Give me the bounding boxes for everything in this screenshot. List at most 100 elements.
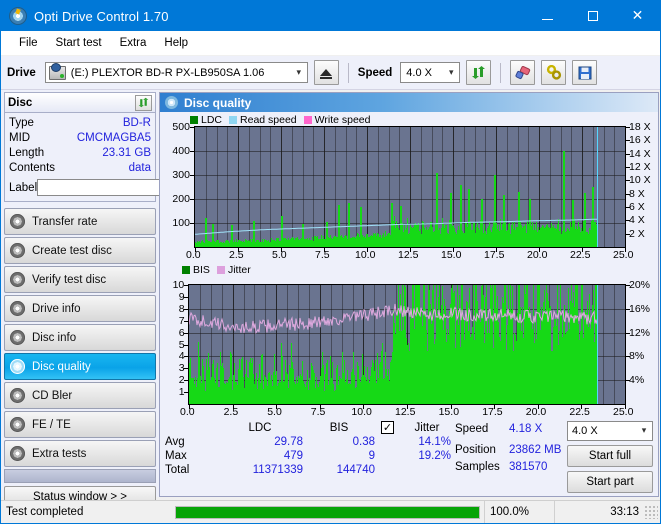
jitter-checkbox[interactable]: ✓ [381, 421, 394, 434]
menu-item-extra[interactable]: Extra [111, 35, 156, 51]
position-stat-value: 23862 MB [509, 444, 562, 456]
speed-select[interactable]: 4.0 X ▾ [400, 62, 461, 83]
legend-label: Jitter [227, 264, 251, 276]
sidebar-item-label: Extra tests [32, 447, 87, 460]
y2-axis-tick: 12 X [629, 161, 651, 173]
disc-refresh-button[interactable] [135, 94, 152, 111]
stats-max-bis: 9 [368, 450, 375, 462]
disc-icon [10, 388, 25, 403]
stats-avg-bis: 0.38 [352, 436, 375, 448]
sidebar-item-verify-test-disc[interactable]: Verify test disc [4, 266, 156, 293]
disc-icon [165, 96, 178, 109]
disc-length-value: 23.31 GB [102, 147, 151, 159]
window-title: Opti Drive Control 1.70 [34, 8, 169, 24]
charts-area: LDC Read speed Write speed BIS Jitter 0.0 2.… [160, 112, 658, 418]
start-part-button[interactable]: Start part [567, 471, 653, 493]
x-axis-tick-mark [238, 248, 239, 252]
disc-contents-label: Contents [9, 162, 56, 174]
drive-select[interactable]: (E:) PLEXTOR BD-R PX-LB950SA 1.06 ▾ [44, 62, 308, 83]
sidebar-item-disc-quality[interactable]: Disc quality [4, 353, 156, 380]
x-axis-tick: 22.5 [570, 249, 591, 261]
sidebar-spacer [4, 469, 156, 483]
x-axis-tick-mark [625, 405, 626, 409]
y-axis-tick-mark [184, 332, 188, 334]
test-speed-select[interactable]: 4.0 X ▾ [567, 421, 653, 441]
disc-label-row: Label [9, 178, 240, 197]
sidebar-item-label: Disc quality [32, 360, 91, 373]
menu-item-start-test[interactable]: Start test [47, 35, 111, 51]
drive-label: Drive [7, 66, 36, 79]
progress-percent: 100.0% [484, 501, 554, 523]
x-axis-tick: 20.0 [527, 249, 548, 261]
status-message: Test completed [6, 506, 84, 518]
y-axis-tick-mark [184, 285, 188, 286]
stats-row-max-label: Max [165, 450, 187, 462]
ldc-read-speed-chart[interactable] [194, 126, 626, 248]
refresh-icon [472, 66, 486, 79]
y2-axis-tick: 8 X [629, 187, 645, 200]
y-axis-tick-mark [184, 296, 188, 298]
x-axis-tick-mark [232, 405, 234, 409]
bis-jitter-chart[interactable] [188, 284, 626, 405]
y2-axis-tick-mark [626, 140, 630, 142]
y-axis-tick-mark [190, 151, 194, 152]
legend-entry: Write speed [303, 114, 371, 126]
sidebar-item-fe-te[interactable]: FE / TE [4, 411, 156, 438]
y2-axis-tick-mark [626, 193, 630, 195]
menu-item-file[interactable]: File [10, 35, 47, 51]
y2-axis-tick-mark [626, 220, 630, 222]
x-axis-tick: 0.0 [180, 406, 195, 418]
drive-icon [48, 62, 66, 80]
disc-row-length: Length 23.31 GB [9, 146, 151, 161]
y2-axis-tick: 4 X [629, 214, 645, 227]
start-full-button[interactable]: Start full [567, 445, 653, 467]
close-button[interactable]: ✕ [615, 1, 660, 31]
legend-bottom-chart: BIS Jitter [182, 264, 258, 276]
application-window: Opti Drive Control 1.70 ✕ File Start tes… [0, 0, 661, 524]
erase-button[interactable] [510, 60, 536, 85]
x-axis-tick: 10.0 [351, 406, 372, 418]
disc-panel-header: Disc [4, 92, 156, 112]
y-axis-tick-mark [190, 223, 194, 224]
disc-panel-title: Disc [8, 96, 33, 109]
x-axis-tick: 12.5 [395, 406, 416, 418]
legend-swatch [216, 266, 225, 274]
resize-grip-icon[interactable] [644, 505, 658, 519]
x-axis-tick: 10.0 [355, 249, 376, 261]
y2-axis-tick: 14 X [629, 147, 651, 160]
samples-stat-row: Samples 381570 [455, 459, 565, 476]
sidebar-item-label: Disc info [32, 331, 77, 344]
sidebar-item-create-test-disc[interactable]: Create test disc [4, 237, 156, 264]
x-axis-tick-mark [453, 248, 454, 252]
y-axis-tick: 100 [172, 217, 190, 229]
sidebar-item-disc-info[interactable]: Disc info [4, 324, 156, 351]
stats-header-ldc: LDC [248, 421, 272, 434]
y-axis-tick-mark [184, 356, 188, 358]
legend-label: Write speed [314, 114, 371, 126]
sidebar-item-label: Create test disc [32, 244, 112, 257]
tools-button[interactable] [541, 60, 567, 85]
sidebar-item-drive-info[interactable]: Drive info [4, 295, 156, 322]
x-axis-tick: 17.5 [482, 406, 503, 418]
sidebar-item-extra-tests[interactable]: Extra tests [4, 440, 156, 467]
x-axis-tick: 0.0 [186, 249, 201, 261]
disc-type-value: BD-R [122, 117, 151, 129]
refresh-button[interactable] [466, 60, 492, 85]
x-axis-tick-mark [363, 405, 365, 409]
app-disc-icon [9, 7, 27, 25]
x-axis-tick-mark [195, 248, 196, 252]
y-axis-tick: 200 [172, 193, 190, 205]
menu-item-help[interactable]: Help [155, 35, 197, 51]
x-axis-tick: 22.5 [569, 406, 590, 418]
content-header: Disc quality [160, 93, 658, 112]
toolbar-divider-2 [500, 62, 502, 83]
minimize-button[interactable] [525, 1, 570, 31]
sidebar-item-cd-bler[interactable]: CD Bler [4, 382, 156, 409]
jitter-line [189, 303, 598, 335]
save-button[interactable] [572, 60, 598, 85]
sidebar-item-label: Verify test disc [32, 273, 107, 286]
sidebar-item-transfer-rate[interactable]: Transfer rate [4, 208, 156, 235]
eject-button[interactable] [313, 60, 339, 85]
maximize-button[interactable] [570, 1, 615, 31]
disc-type-label: Type [9, 117, 34, 129]
